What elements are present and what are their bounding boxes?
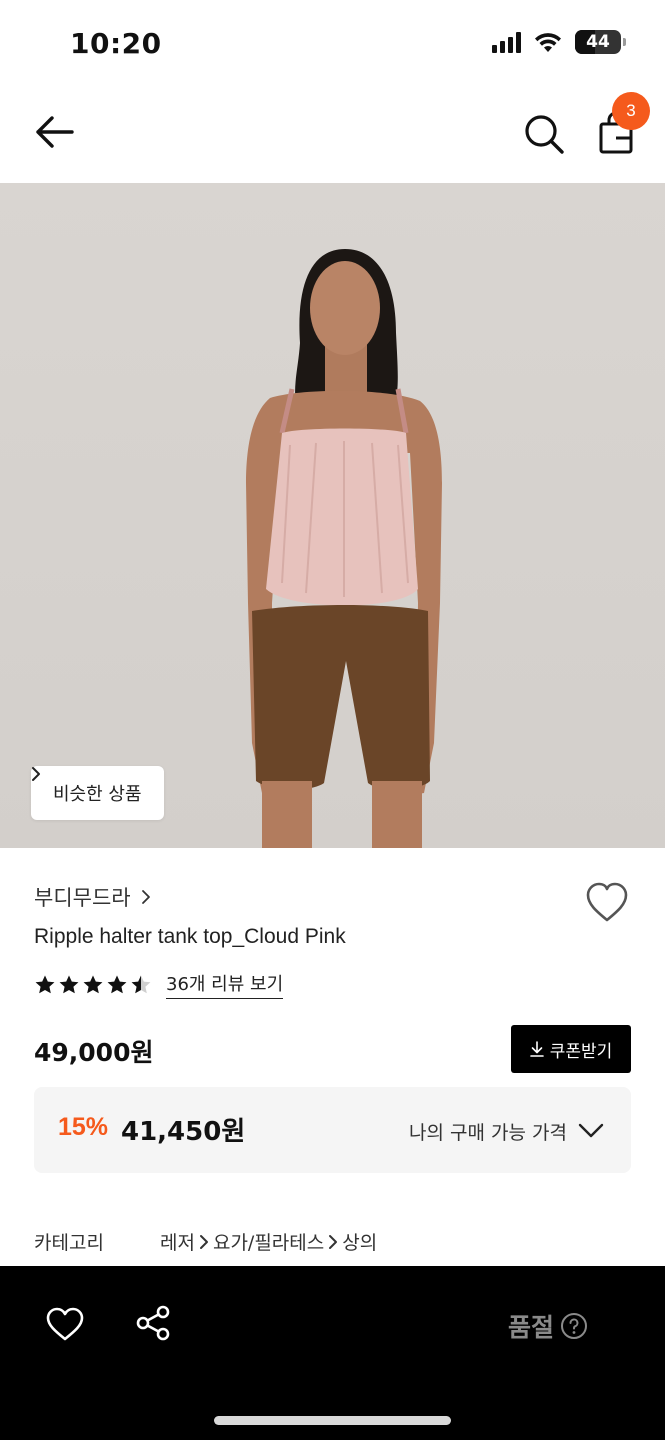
best-price-label: 나의 구매 가능 가격 xyxy=(409,1122,567,1144)
discount-price: 41,450원 xyxy=(121,1117,246,1147)
download-icon xyxy=(529,1041,544,1057)
search-icon[interactable] xyxy=(520,110,568,158)
review-link[interactable]: 36개 리뷰 보기 xyxy=(166,970,284,999)
bottom-action-bar: 품절 xyxy=(0,1266,665,1440)
brand-link[interactable]: 부디무드라 xyxy=(34,882,151,912)
soldout-label: 품절 xyxy=(508,1313,555,1342)
soldout-status: 품절 xyxy=(508,1308,588,1344)
product-photo xyxy=(246,249,442,848)
share-icon[interactable] xyxy=(134,1304,172,1342)
category-crumb[interactable]: 레저 xyxy=(160,1228,195,1255)
star-icon xyxy=(107,975,127,993)
product-image[interactable]: 비슷한 상품 xyxy=(0,183,665,848)
chevron-right-icon xyxy=(32,767,40,781)
brand-name: 부디무드라 xyxy=(34,886,131,910)
coupon-button[interactable]: 쿠폰받기 xyxy=(511,1025,631,1073)
similar-products-label: 비슷한 상품 xyxy=(53,784,142,805)
original-price: 49,000원 xyxy=(34,1038,154,1067)
cart-count-badge: 3 xyxy=(612,92,650,130)
chevron-right-icon xyxy=(199,1234,208,1249)
category-crumb[interactable]: 상의 xyxy=(342,1228,377,1255)
cellular-signal-icon xyxy=(492,31,521,53)
category-label: 카테고리 xyxy=(34,1232,104,1254)
status-time: 10:20 xyxy=(70,27,162,60)
heart-icon[interactable] xyxy=(584,880,630,926)
star-icon xyxy=(35,975,55,993)
battery-level: 44 xyxy=(586,32,610,52)
star-icon xyxy=(83,975,103,993)
battery-icon: 44 xyxy=(575,30,626,54)
star-icon xyxy=(131,975,151,993)
product-title: Ripple halter tank top_Cloud Pink xyxy=(34,925,346,948)
similar-products-button[interactable]: 비슷한 상품 xyxy=(31,766,164,820)
chevron-down-icon[interactable] xyxy=(578,1120,604,1140)
category-crumb[interactable]: 요가/필라테스 xyxy=(213,1228,324,1255)
back-arrow-icon[interactable] xyxy=(30,110,80,154)
coupon-label: 쿠폰받기 xyxy=(549,1041,613,1062)
nav-bar: 3 xyxy=(0,88,665,183)
best-price-panel[interactable]: 15% 41,450원 나의 구매 가능 가격 xyxy=(34,1087,631,1173)
chevron-right-icon xyxy=(329,1234,338,1249)
discount-percent: 15% xyxy=(58,1113,109,1141)
chevron-right-icon xyxy=(141,890,150,904)
home-indicator xyxy=(214,1416,451,1425)
status-icons: 44 xyxy=(492,30,626,54)
category-row: 카테고리 레저 요가/필라테스 상의 xyxy=(34,1228,377,1255)
star-rating xyxy=(34,974,152,996)
star-icon xyxy=(59,975,79,993)
wifi-icon xyxy=(535,33,561,52)
heart-icon[interactable] xyxy=(45,1306,85,1342)
status-bar: 10:20 44 xyxy=(0,0,665,88)
rating-row: 36개 리뷰 보기 xyxy=(34,970,284,999)
help-icon[interactable] xyxy=(560,1312,588,1340)
